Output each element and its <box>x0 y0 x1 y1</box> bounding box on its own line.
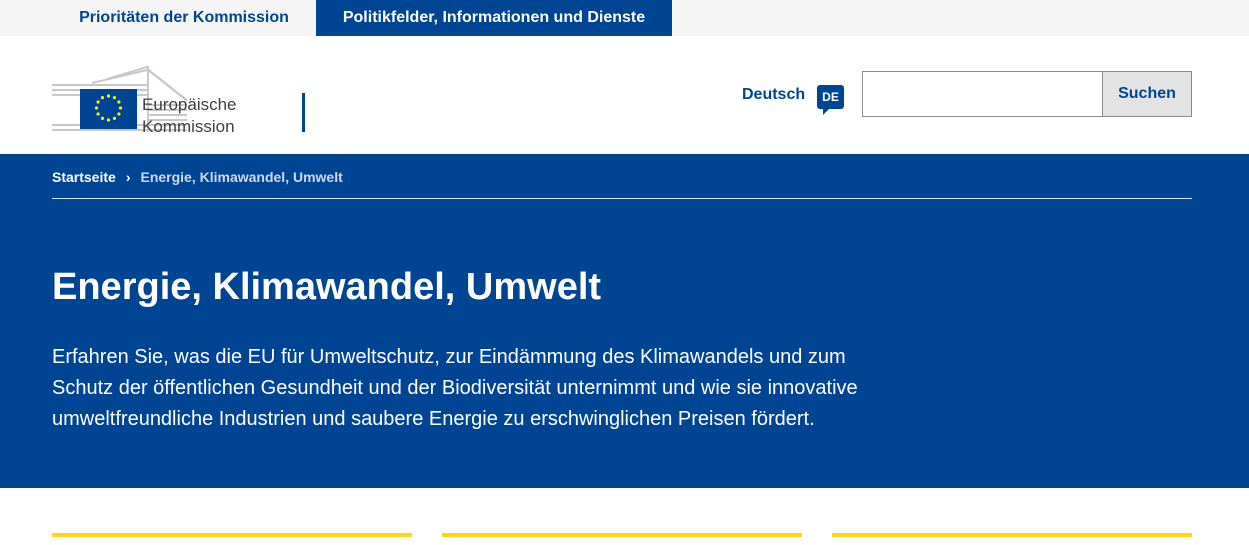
chevron-right-icon: › <box>125 169 131 185</box>
eu-flag-icon <box>80 89 137 129</box>
top-navigation: Prioritäten der Kommission Politikfelder… <box>0 0 1249 44</box>
language-selector[interactable]: Deutsch <box>742 86 805 104</box>
search-input[interactable] <box>862 71 1103 117</box>
logo-line-2: Kommission <box>142 117 235 136</box>
site-header: Europäische Kommission Deutsch DE Suchen <box>0 36 1249 154</box>
language-code-badge[interactable]: DE <box>817 85 844 115</box>
breadcrumb-current: Energie, Klimawandel, Umwelt <box>140 169 343 185</box>
page-hero: Startseite › Energie, Klimawandel, Umwelt … <box>0 154 1249 488</box>
breadcrumb-divider <box>52 198 1192 199</box>
page-description: Erfahren Sie, was die EU für Umweltschut… <box>52 346 858 430</box>
card-top-border-2 <box>442 533 802 537</box>
tab-priorities[interactable]: Prioritäten der Kommission <box>52 0 316 36</box>
breadcrumb: Startseite › Energie, Klimawandel, Umwelt <box>52 169 343 185</box>
logo-line-1: Europäische <box>142 95 237 114</box>
page-title: Energie, Klimawandel, Umwelt <box>52 266 602 308</box>
card-top-border-1 <box>52 533 412 537</box>
tab-policies-label: Politikfelder, Informationen und Dienste <box>342 9 646 26</box>
logo-wordmark: Europäische Kommission <box>142 94 237 138</box>
search-button[interactable]: Suchen <box>1102 71 1192 117</box>
breadcrumb-home-link[interactable]: Startseite <box>52 169 116 185</box>
logo-accent-bar <box>302 93 305 132</box>
card-top-border-3 <box>832 533 1192 537</box>
tab-policies-information-services[interactable]: Politikfelder, Informationen und Dienste <box>316 0 672 44</box>
